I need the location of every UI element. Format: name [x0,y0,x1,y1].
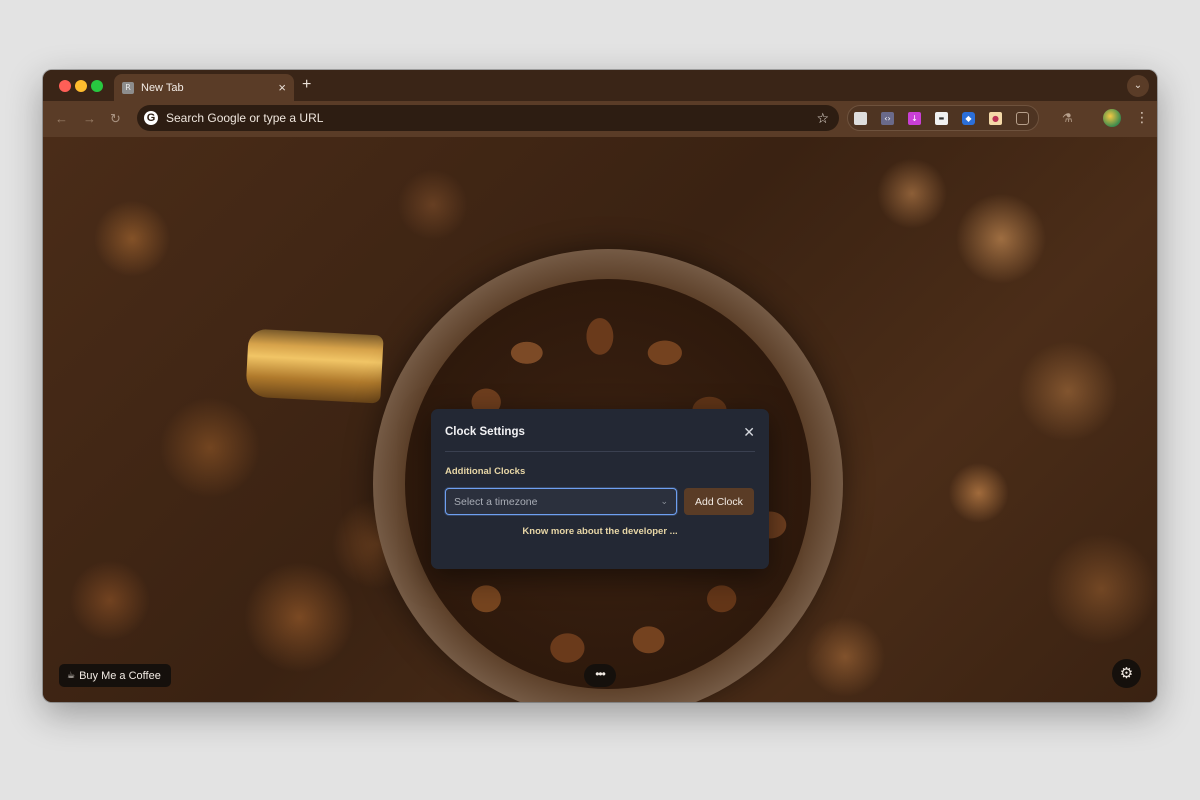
file-icon[interactable] [854,111,867,125]
browser-menu-icon[interactable]: ⋮ [1135,109,1149,126]
timezone-select[interactable]: Select a timezone ⌄ [445,488,677,515]
bookmark-star-icon[interactable]: ☆ [816,110,829,127]
maximize-window-button[interactable] [91,80,103,92]
download-icon[interactable]: ↓ [908,111,921,125]
back-button[interactable]: ← [55,111,68,127]
labs-icon[interactable]: ⚗ [1062,111,1073,125]
tag-icon[interactable]: ▬ [935,111,948,125]
timezone-select-placeholder: Select a timezone [454,495,538,508]
google-icon: G [144,111,158,125]
code-icon[interactable]: ‹› [881,111,894,125]
address-bar[interactable]: G Search Google or type a URL ☆ [137,105,839,131]
background-mug-handle [245,328,384,404]
dialog-header: Clock Settings ✕ [445,423,755,441]
reload-button[interactable]: ↻ [110,111,121,127]
tab-close-icon[interactable]: × [278,81,286,94]
toolbar: ← → ↻ G Search Google or type a URL ☆ ‹›… [43,101,1157,137]
dialog-title: Clock Settings [445,426,525,438]
tab-new-tab[interactable]: R New Tab × [114,74,294,101]
new-tab-button[interactable]: + [302,77,311,93]
tab-title: New Tab [141,81,184,94]
image-icon[interactable]: ● [989,111,1002,125]
tab-strip: R New Tab × + ⌄ [43,70,1157,101]
section-label: Additional Clocks [445,466,526,477]
coffee-icon: ☕ [67,670,76,680]
developer-link[interactable]: Know more about the developer ... [445,526,755,537]
puzzle-icon[interactable] [1016,111,1029,125]
extensions-bar: ‹› ↓ ▬ ◆ ● [847,105,1039,131]
buy-me-a-coffee-button[interactable]: ☕ Buy Me a Coffee [59,664,171,687]
avatar[interactable] [1103,109,1121,127]
clock-settings-dialog: Clock Settings ✕ Additional Clocks Selec… [431,409,769,569]
forward-button[interactable]: → [83,111,96,127]
minimize-window-button[interactable] [75,80,87,92]
gear-icon[interactable]: ⚙ [1112,659,1141,688]
browser-window: R New Tab × + ⌄ ← → ↻ G Search Google or… [43,70,1157,702]
new-tab-page: Clock Settings ✕ Additional Clocks Selec… [43,137,1157,702]
address-bar-placeholder[interactable]: Search Google or type a URL [166,111,816,125]
close-icon[interactable]: ✕ [743,425,755,439]
bookmark-icon[interactable]: ◆ [962,111,975,125]
more-options-button[interactable]: ••• [584,664,616,687]
chevron-down-icon: ⌄ [660,496,668,506]
favicon-icon: R [122,81,134,94]
add-clock-button[interactable]: Add Clock [684,488,754,515]
divider [445,451,755,452]
close-window-button[interactable] [59,80,71,92]
add-clock-row: Select a timezone ⌄ Add Clock [445,488,755,515]
tab-search-button[interactable]: ⌄ [1127,75,1149,97]
buy-me-a-coffee-label: Buy Me a Coffee [79,669,161,682]
